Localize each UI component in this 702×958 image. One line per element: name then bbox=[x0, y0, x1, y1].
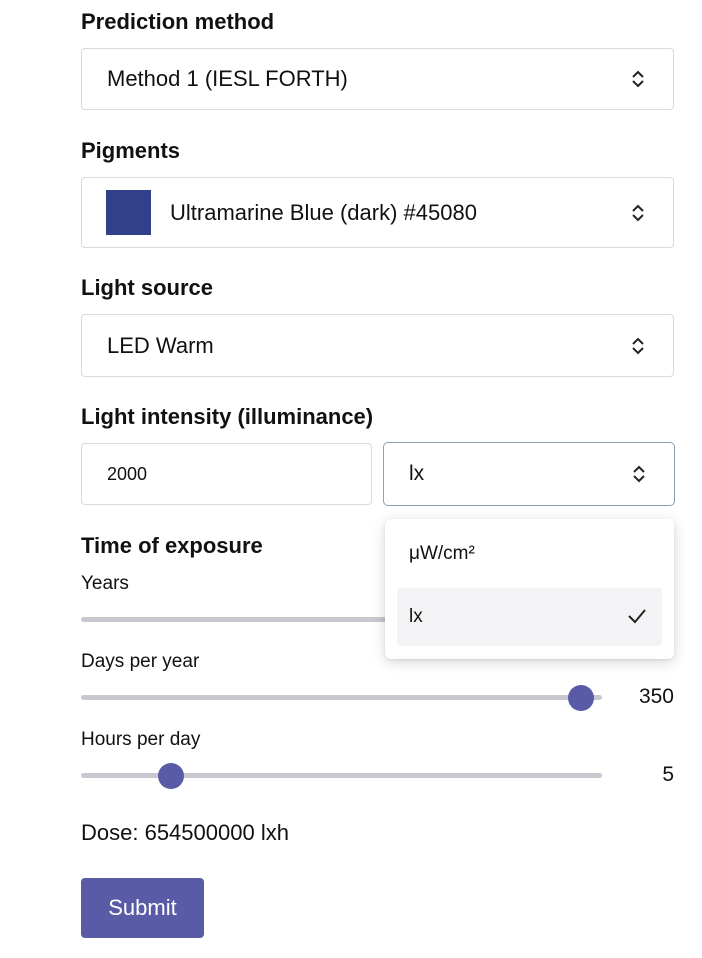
unit-select[interactable]: lx bbox=[383, 442, 675, 506]
days-slider-track[interactable] bbox=[81, 695, 602, 700]
days-per-year-label: Days per year bbox=[81, 651, 200, 672]
time-of-exposure-label: Time of exposure bbox=[81, 533, 263, 558]
unit-dropdown-menu: μW/cm² lx bbox=[385, 519, 674, 659]
unit-option-label: μW/cm² bbox=[409, 543, 475, 564]
pigments-value: Ultramarine Blue (dark) #45080 bbox=[170, 199, 477, 225]
dose-text: Dose: 654500000 lxh bbox=[81, 820, 289, 845]
days-value: 350 bbox=[638, 685, 674, 708]
prediction-method-label: Prediction method bbox=[81, 9, 275, 34]
unit-option-uw-cm2[interactable]: μW/cm² bbox=[397, 525, 662, 583]
submit-button[interactable]: Submit bbox=[81, 878, 204, 938]
light-intensity-label: Light intensity (illuminance) bbox=[81, 404, 374, 429]
light-source-select[interactable]: LED Warm bbox=[81, 314, 674, 377]
hours-per-day-label: Hours per day bbox=[81, 729, 201, 750]
sort-updown-icon bbox=[632, 337, 644, 354]
intensity-value: 2000 bbox=[107, 463, 148, 484]
unit-option-label: lx bbox=[409, 606, 423, 627]
days-slider-thumb[interactable] bbox=[568, 685, 594, 711]
pigments-label: Pigments bbox=[81, 138, 181, 163]
prediction-method-value: Method 1 (IESL FORTH) bbox=[107, 66, 348, 91]
hours-value: 5 bbox=[662, 763, 674, 786]
prediction-method-select[interactable]: Method 1 (IESL FORTH) bbox=[81, 48, 674, 110]
pigment-color-swatch bbox=[106, 190, 151, 235]
light-source-label: Light source bbox=[81, 275, 214, 300]
pigments-select[interactable]: Ultramarine Blue (dark) #45080 bbox=[81, 177, 674, 248]
years-label: Years bbox=[81, 573, 129, 594]
intensity-input[interactable]: 2000 bbox=[81, 443, 372, 505]
sort-updown-icon bbox=[632, 204, 644, 221]
unit-value: lx bbox=[409, 462, 425, 485]
hours-slider-thumb[interactable] bbox=[158, 763, 184, 789]
sort-updown-icon bbox=[632, 70, 644, 88]
checkmark-icon bbox=[628, 609, 646, 624]
unit-option-lx[interactable]: lx bbox=[397, 588, 662, 646]
sort-updown-icon bbox=[633, 465, 645, 483]
light-source-value: LED Warm bbox=[107, 332, 214, 358]
